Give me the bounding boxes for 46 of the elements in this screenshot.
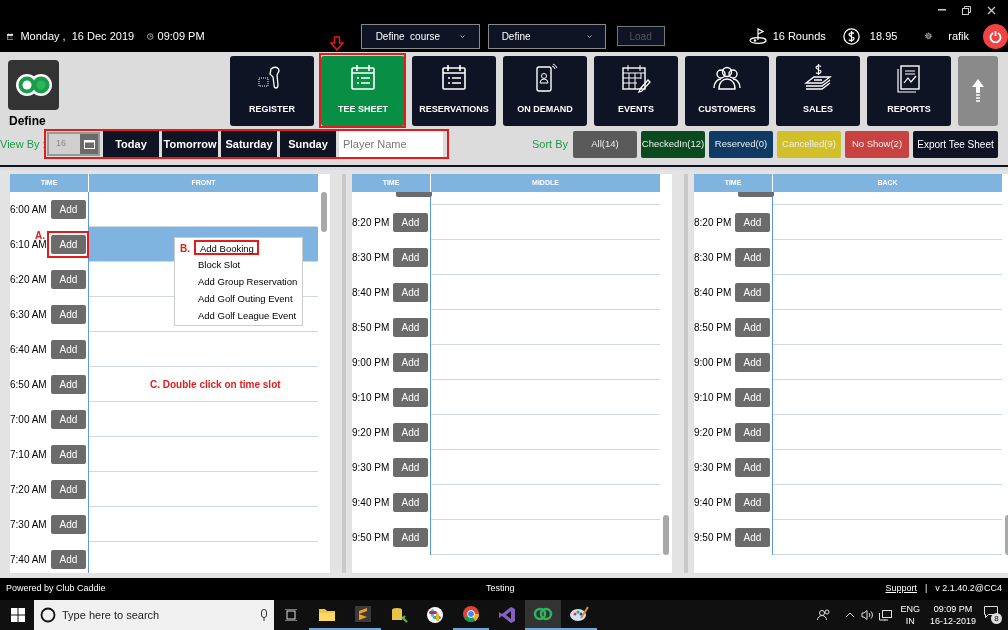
balance-amount: 18.95 bbox=[869, 28, 898, 44]
time-label: 9:20 PM bbox=[694, 426, 733, 440]
time-label: 8:30 PM bbox=[352, 251, 391, 265]
sort-by-label: Sort By bbox=[531, 136, 568, 152]
user-name: rafik bbox=[948, 28, 969, 44]
time-label: 8:30 PM bbox=[694, 251, 733, 265]
separator-text: | bbox=[925, 582, 928, 596]
time-label: 6:00 AM bbox=[10, 203, 48, 217]
time-label: 9:00 PM bbox=[352, 356, 391, 370]
annotation-label: B. bbox=[180, 242, 190, 256]
time-label: 9:40 PM bbox=[694, 496, 733, 510]
version-text: v 2.1.40.2@CC4 bbox=[935, 582, 1002, 596]
time-label: 7:20 AM bbox=[10, 483, 48, 497]
time-label: 9:50 PM bbox=[352, 531, 391, 545]
time-label: 9:20 PM bbox=[352, 426, 391, 440]
time-label: 8:20 PM bbox=[694, 216, 733, 230]
time-label: 6:10 AM bbox=[10, 239, 48, 252]
time-label: 9:10 PM bbox=[694, 391, 733, 405]
time-label: 6:40 AM bbox=[10, 343, 48, 357]
time-label: 9:10 PM bbox=[352, 391, 391, 405]
view-by-label: View By : bbox=[0, 136, 44, 152]
time-label: 7:40 AM bbox=[10, 553, 48, 567]
date-text: Monday , 16 Dec 2019 bbox=[20, 28, 135, 44]
time-label: 9:50 PM bbox=[694, 531, 733, 545]
environment-label: Testing bbox=[486, 582, 515, 596]
powered-by-text: Powered by Club Caddie bbox=[6, 582, 107, 596]
time-label: 8:50 PM bbox=[694, 321, 733, 335]
time-label: 9:30 PM bbox=[352, 461, 391, 475]
time-label: 9:00 PM bbox=[694, 356, 733, 370]
time-label: 9:40 PM bbox=[352, 496, 391, 510]
time-text: 09:09 PM bbox=[157, 28, 205, 44]
time-label: 7:30 AM bbox=[10, 518, 48, 532]
brand-name: Define bbox=[8, 113, 47, 130]
time-label: 9:30 PM bbox=[694, 461, 733, 475]
time-label: 8:50 PM bbox=[352, 321, 391, 335]
time-label: 7:00 AM bbox=[10, 413, 48, 427]
time-label: 7:10 AM bbox=[10, 448, 48, 462]
time-label: 6:50 AM bbox=[10, 378, 48, 392]
annotation-label: A. bbox=[35, 229, 45, 241]
time-label: 6:30 AM bbox=[10, 308, 48, 322]
time-label: 6:20 AM bbox=[10, 273, 48, 287]
rounds-count: 16 Rounds bbox=[772, 28, 826, 44]
time-label: 8:40 PM bbox=[694, 286, 733, 300]
time-label: 8:20 PM bbox=[352, 216, 391, 230]
time-label: 8:40 PM bbox=[352, 286, 391, 300]
annotation-text: C. Double click on time slot bbox=[150, 378, 281, 392]
